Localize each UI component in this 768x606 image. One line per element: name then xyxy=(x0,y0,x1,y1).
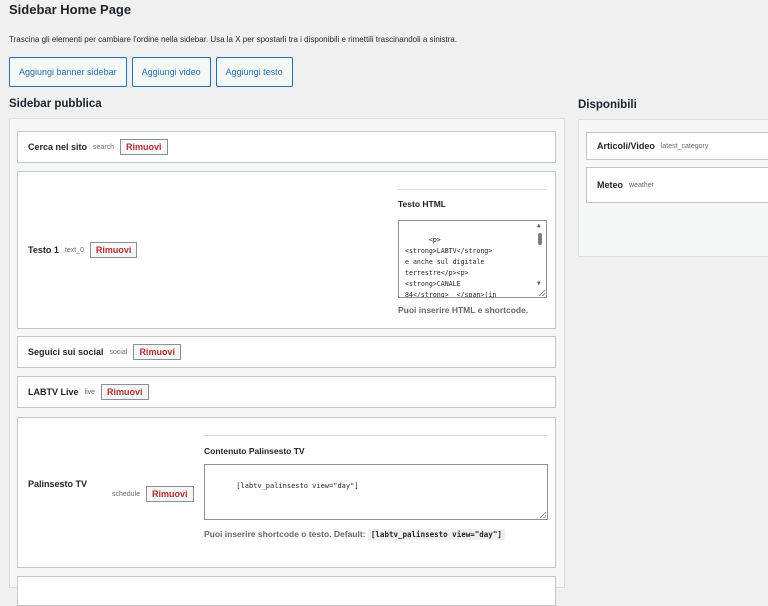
page-title: Sidebar Home Page xyxy=(9,2,132,17)
widget-slug: schedule xyxy=(112,490,141,498)
widget-slug: text_0 xyxy=(64,246,84,254)
action-buttons: Aggiungi banner sidebar Aggiungi video A… xyxy=(9,57,293,87)
schedule-textarea[interactable]: [labtv_palinsesto view="day"] xyxy=(204,464,548,520)
remove-button[interactable]: Rimuovi xyxy=(133,344,181,360)
textarea-content: <p> <strong>LABTV</strong> e anche sul d… xyxy=(405,236,497,298)
add-banner-button[interactable]: Aggiungi banner sidebar xyxy=(9,57,127,87)
default-shortcode: [labtv_palinsesto view="day"] xyxy=(367,529,505,540)
textarea-content: [labtv_palinsesto view="day"] xyxy=(236,482,359,490)
public-sidebar-list: Cerca nel sito search Rimuovi Testo 1 te… xyxy=(9,118,565,606)
help-text: Puoi inserire HTML e shortcode. xyxy=(398,305,529,315)
widget-slug: weather xyxy=(629,181,654,189)
public-sidebar-title: Sidebar pubblica xyxy=(9,98,102,110)
widget-search[interactable]: Cerca nel sito search Rimuovi xyxy=(17,131,556,163)
remove-button[interactable]: Rimuovi xyxy=(146,486,194,502)
remove-button[interactable]: Rimuovi xyxy=(101,384,149,400)
widget-title: Cerca nel sito xyxy=(28,142,88,152)
widget-schedule[interactable]: Palinsesto TV schedule Rimuovi Contenuto… xyxy=(17,417,556,568)
widget-title: LABTV Live xyxy=(28,387,79,397)
scroll-down-icon[interactable]: ▼ xyxy=(537,281,541,287)
scroll-thumb[interactable] xyxy=(538,233,542,245)
widget-slug: social xyxy=(109,348,128,356)
available-title: Disponibili xyxy=(578,99,637,111)
intro-text: Trascina gli elementi per cambiare l'ord… xyxy=(9,35,458,44)
widget-slug: live xyxy=(84,388,96,396)
widget-title: Palinsesto TV xyxy=(28,479,88,489)
help-text: Puoi inserire shortcode o testo. Default… xyxy=(204,527,534,542)
available-widget-latest-category[interactable]: Articoli/Video latest_category xyxy=(586,132,768,160)
widget-title: Articoli/Video xyxy=(597,141,655,151)
widget-live[interactable]: LABTV Live live Rimuovi xyxy=(17,376,556,408)
help-label: Puoi inserire shortcode o testo. Default… xyxy=(204,529,366,539)
resize-handle-icon[interactable] xyxy=(540,512,546,518)
widget-text[interactable]: Testo 1 text_0 Rimuovi Testo HTML <p> <s… xyxy=(17,171,556,329)
resize-handle-icon[interactable] xyxy=(539,290,545,296)
widget-header: schedule Rimuovi xyxy=(106,486,194,502)
scroll-up-icon[interactable]: ▲ xyxy=(537,223,541,229)
widget-title: Seguici sui social xyxy=(28,347,104,357)
settings-label: Testo HTML xyxy=(398,199,447,209)
remove-button[interactable]: Rimuovi xyxy=(89,242,138,258)
widget-slug: latest_category xyxy=(660,142,709,150)
add-text-button[interactable]: Aggiungi testo xyxy=(215,57,293,87)
textarea-scrollbar[interactable]: ▲ ▼ xyxy=(536,223,544,287)
widget-title: Meteo xyxy=(597,180,624,190)
settings-label: Contenuto Palinsesto TV xyxy=(204,446,305,456)
available-list: Articoli/Video latest_category Meteo wea… xyxy=(578,119,768,257)
widget-slug: search xyxy=(93,143,115,151)
widget-next[interactable] xyxy=(17,576,556,606)
html-textarea[interactable]: <p> <strong>LABTV</strong> e anche sul d… xyxy=(398,220,547,298)
widget-social[interactable]: Seguici sui social social Rimuovi xyxy=(17,336,556,368)
settings-divider xyxy=(397,189,547,190)
settings-divider xyxy=(203,435,548,436)
remove-button[interactable]: Rimuovi xyxy=(120,139,168,155)
widget-title: Testo 1 xyxy=(28,245,59,255)
widget-header: Testo 1 text_0 Rimuovi xyxy=(28,242,138,258)
add-video-button[interactable]: Aggiungi video xyxy=(131,57,211,87)
available-widget-weather[interactable]: Meteo weather xyxy=(586,167,768,203)
